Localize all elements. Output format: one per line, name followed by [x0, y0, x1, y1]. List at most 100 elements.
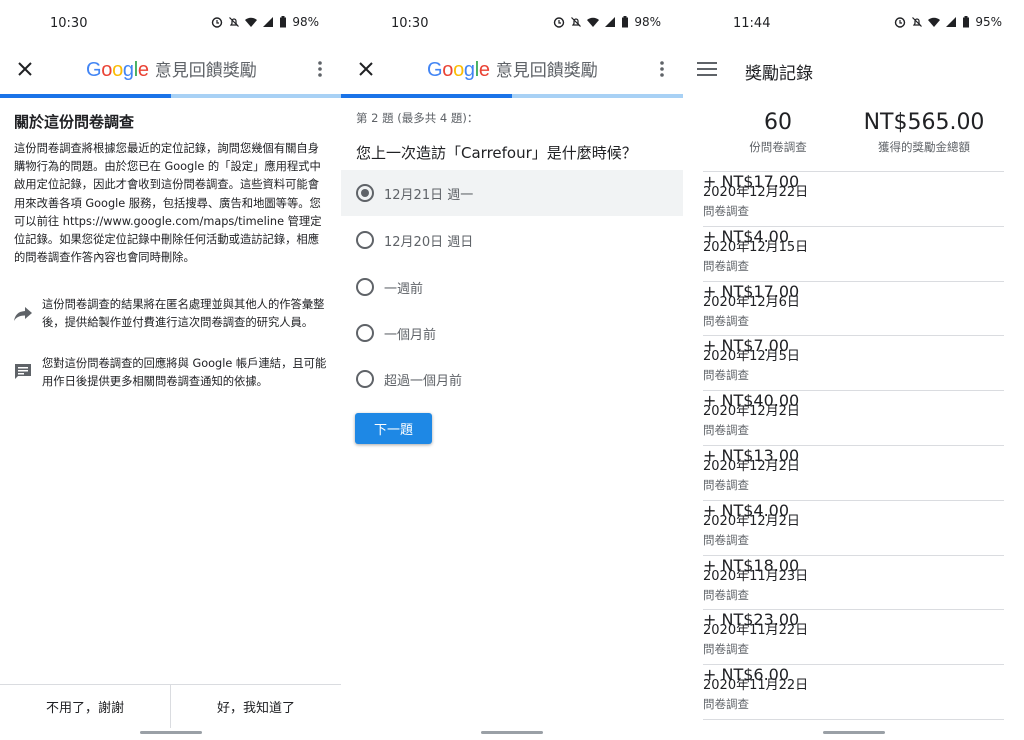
radio-unchecked-icon[interactable] [356, 370, 374, 388]
battery-icon [963, 16, 970, 28]
page-title: 獎勵記錄 [745, 64, 813, 84]
app-subtitle: 意見回饋獎勵 [154, 61, 257, 81]
reward-row[interactable]: 2020年12月6日 問卷調查 + NT$17.00 [703, 282, 1004, 337]
total-reward-amount: NT$565.00 [863, 110, 985, 135]
survey-question-screen: 10:30 98% Google 意見回饋獎勵 第 2 題 (最多共 4 題)：… [341, 0, 683, 740]
info-row-account: 您對這份問卷調查的回應將與 Google 帳戶連結，且可能用作日後提供更多相關問… [14, 355, 330, 391]
reward-row[interactable]: 2020年12月22日 問卷調查 + NT$17.00 [703, 172, 1004, 227]
radio-checked-icon[interactable] [356, 184, 374, 202]
survey-description: 這份問卷調查將根據您最近的定位記錄，詢問您幾個有關自身購物行為的問題。由於您已在… [14, 142, 322, 265]
radio-unchecked-icon[interactable] [356, 231, 374, 249]
survey-progress-bar [0, 94, 341, 98]
app-bar: Google 意見回饋獎勵 [0, 46, 341, 94]
reward-row[interactable]: 2020年11月23日 問卷調查 + NT$18.00 [703, 556, 1004, 611]
app-subtitle: 意見回饋獎勵 [495, 61, 598, 81]
status-bar: 10:30 98% [0, 0, 341, 46]
reward-date: 2020年12月2日 [703, 404, 800, 420]
wifi-icon [245, 17, 258, 27]
decline-button[interactable]: 不用了，謝謝 [0, 685, 171, 728]
status-time: 11:44 [733, 16, 771, 31]
question-number: 第 2 題 (最多共 4 題)： [356, 111, 479, 125]
answer-option[interactable]: 一個月前 [341, 310, 683, 356]
dialog-actions: 不用了，謝謝 好，我知道了 [0, 684, 341, 728]
reward-list: 2020年12月22日 問卷調查 + NT$17.00 2020年12月15日 問卷調查… [703, 171, 1004, 720]
reward-row[interactable]: 2020年12月15日 問卷調查 + NT$4.00 [703, 227, 1004, 282]
reward-type: 問卷調查 [703, 697, 749, 712]
signal-icon [946, 17, 957, 27]
status-icons: 95% [894, 15, 1002, 29]
reward-history-screen: 11:44 95% 獎勵記錄 60 份問卷調查 NT$565.00 獲得的獎勵金… [683, 0, 1024, 740]
status-icons: 98% [553, 15, 661, 29]
reward-type: 問卷調查 [703, 477, 749, 492]
reward-type: 問卷調查 [703, 642, 749, 657]
reward-date: 2020年11月22日 [703, 678, 809, 694]
battery-percent: 95% [975, 15, 1002, 29]
reward-date: 2020年12月22日 [703, 185, 809, 200]
answer-option[interactable]: 12月21日 週一 [341, 170, 683, 216]
reward-row[interactable]: 2020年12月2日 問卷調查 + NT$40.00 [703, 391, 1004, 446]
status-time: 10:30 [391, 16, 429, 31]
status-icons: 98% [211, 15, 319, 29]
battery-icon [280, 16, 287, 28]
reward-type: 問卷調查 [703, 313, 749, 328]
answer-option-label: 12月20日 週日 [384, 234, 474, 250]
wifi-icon [928, 17, 941, 27]
gesture-nav-bar[interactable] [481, 731, 543, 734]
notifications-off-icon [229, 17, 240, 27]
reward-type: 問卷調查 [703, 532, 749, 547]
alarm-icon [212, 17, 223, 28]
next-button[interactable]: 下一題 [355, 413, 432, 444]
radio-unchecked-icon[interactable] [356, 324, 374, 342]
reward-row[interactable]: 2020年12月5日 問卷調查 + NT$7.00 [703, 336, 1004, 392]
reward-type: 問卷調查 [703, 368, 749, 383]
survey-progress-bar [341, 94, 683, 98]
gesture-nav-bar[interactable] [822, 731, 885, 734]
status-time: 10:30 [50, 16, 88, 31]
reward-row[interactable]: 2020年11月22日 問卷調查 + NT$23.00 [703, 610, 1004, 666]
surveys-count: 60 [764, 110, 792, 135]
reward-type: 問卷調查 [703, 204, 749, 218]
close-icon[interactable] [14, 58, 36, 80]
reward-date: 2020年12月5日 [703, 349, 800, 365]
gesture-nav-bar[interactable] [139, 731, 202, 734]
more-options-icon[interactable] [311, 58, 329, 80]
alarm-icon [895, 17, 906, 28]
wifi-icon [587, 17, 600, 27]
page-title: 關於這份問卷調查 [14, 113, 135, 131]
app-bar: Google 意見回饋獎勵 [341, 46, 683, 94]
battery-percent: 98% [292, 15, 319, 29]
menu-icon[interactable] [697, 61, 717, 77]
notifications-off-icon [912, 17, 923, 27]
signal-icon [605, 17, 616, 27]
reward-row[interactable]: 2020年12月2日 問卷調查 + NT$4.00 [703, 501, 1004, 556]
reward-date: 2020年12月2日 [703, 458, 800, 474]
reward-date: 2020年12月2日 [703, 513, 800, 529]
battery-icon [622, 16, 629, 28]
reward-row[interactable]: 2020年12月2日 問卷調查 + NT$13.00 [703, 446, 1004, 501]
close-icon[interactable] [355, 58, 377, 80]
reward-date: 2020年11月23日 [703, 568, 809, 584]
answer-option-label: 超過一個月前 [384, 373, 463, 389]
accept-button[interactable]: 好，我知道了 [171, 685, 341, 728]
answer-option[interactable]: 12月20日 週日 [341, 217, 683, 263]
more-options-icon[interactable] [653, 58, 671, 80]
info-row-share: 這份問卷調查的結果將在匿名處理並與其他人的作答彙整後，提供給製作並付費進行這次問… [14, 296, 330, 332]
info-account-text: 您對這份問卷調查的回應將與 Google 帳戶連結，且可能用作日後提供更多相關問… [42, 357, 327, 389]
progress-fill [341, 94, 512, 98]
answer-option[interactable]: 一週前 [341, 264, 683, 310]
google-logo: Google [86, 59, 149, 81]
reward-row[interactable]: 2020年11月22日 問卷調查 + NT$6.00 [703, 665, 1004, 720]
radio-unchecked-icon[interactable] [356, 278, 374, 296]
app-bar: 獎勵記錄 [683, 46, 1024, 94]
reward-date: 2020年11月22日 [703, 623, 809, 639]
answer-option-label: 一個月前 [384, 327, 437, 343]
answer-option[interactable]: 超過一個月前 [341, 356, 683, 402]
signal-icon [263, 17, 274, 27]
notifications-off-icon [571, 17, 582, 27]
feedback-icon [15, 364, 31, 379]
app-brand: Google 意見回饋獎勵 [427, 56, 598, 82]
total-reward-stat: NT$565.00 獲得的獎勵金總額 [861, 110, 987, 155]
status-bar: 11:44 95% [683, 0, 1024, 46]
surveys-count-label: 份問卷調查 [749, 140, 807, 154]
google-logo: Google [427, 59, 490, 81]
